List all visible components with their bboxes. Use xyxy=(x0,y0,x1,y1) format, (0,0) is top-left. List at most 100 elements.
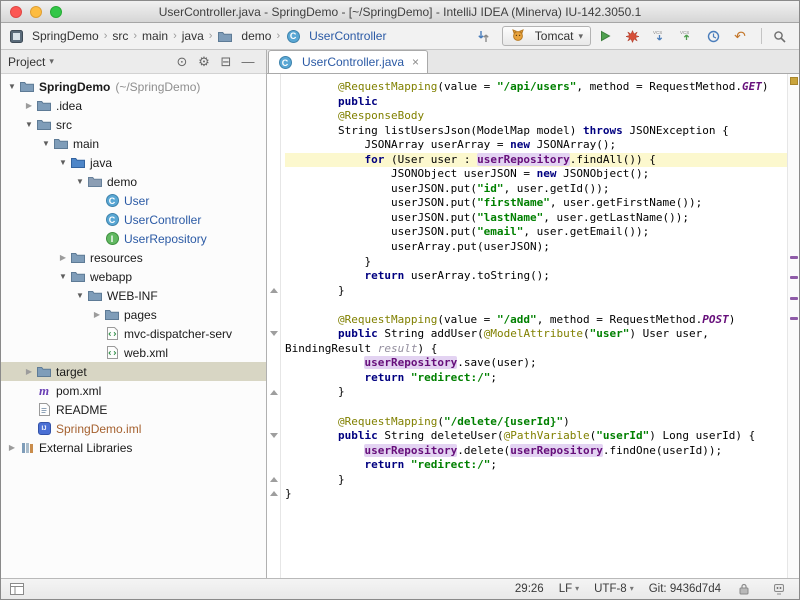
breadcrumb-item-main[interactable]: main xyxy=(142,29,168,43)
zoom-window-button[interactable] xyxy=(50,6,62,18)
fold-marker[interactable] xyxy=(270,331,278,336)
inspections-button[interactable] xyxy=(771,583,791,595)
fold-marker[interactable] xyxy=(270,288,278,293)
tree-item-pom-xml[interactable]: mpom.xml xyxy=(1,381,266,400)
breadcrumb-item-springdemo[interactable]: SpringDemo xyxy=(8,29,99,43)
code-line-13[interactable]: } xyxy=(285,255,787,270)
tree-item-target[interactable]: ▶target xyxy=(1,362,266,381)
code-line-7[interactable]: JSONObject userJSON = new JSONObject(); xyxy=(285,167,787,182)
collapse-all-button[interactable]: ⊟ xyxy=(219,53,237,71)
tree-item-demo[interactable]: ▼demo xyxy=(1,172,266,191)
code-line-15[interactable]: } xyxy=(285,284,787,299)
code-line-23[interactable] xyxy=(285,400,787,415)
hide-panel-button[interactable]: — xyxy=(241,53,259,71)
close-tab-icon[interactable]: × xyxy=(412,55,419,69)
code-line-8[interactable]: userJSON.put("id", user.getId()); xyxy=(285,182,787,197)
code-line-26[interactable]: userRepository.delete(userRepository.fin… xyxy=(285,444,787,459)
fold-marker[interactable] xyxy=(270,390,278,395)
line-separator-widget[interactable]: LF ▾ xyxy=(559,583,579,595)
fold-marker[interactable] xyxy=(270,477,278,482)
run-button[interactable] xyxy=(596,26,618,46)
code-line-11[interactable]: userJSON.put("email", user.getEmail()); xyxy=(285,225,787,240)
breadcrumb-item-java[interactable]: java xyxy=(182,29,204,43)
stripe-mark[interactable] xyxy=(790,317,798,320)
git-branch-widget[interactable]: Git: 9436d7d4 xyxy=(649,583,721,595)
updates-button[interactable] xyxy=(475,26,497,46)
breadcrumb-item-demo[interactable]: demo xyxy=(217,29,271,43)
settings-button[interactable]: ⚙ xyxy=(197,53,215,71)
code-line-16[interactable] xyxy=(285,298,787,313)
code-line-28[interactable]: } xyxy=(285,473,787,488)
vcs-update-button[interactable]: VCS xyxy=(650,26,672,46)
inspection-status-square[interactable] xyxy=(790,77,798,85)
expand-arrow-icon[interactable]: ▶ xyxy=(22,101,36,110)
lock-button[interactable] xyxy=(736,583,756,595)
code-line-19[interactable]: BindingResult result) { xyxy=(285,342,787,357)
locate-button[interactable]: ⊙ xyxy=(175,53,193,71)
code-line-25[interactable]: public String deleteUser(@PathVariable("… xyxy=(285,429,787,444)
code-line-29[interactable]: } xyxy=(285,487,787,502)
code-line-3[interactable]: @ResponseBody xyxy=(285,109,787,124)
close-window-button[interactable] xyxy=(10,6,22,18)
breadcrumb-item-src[interactable]: src xyxy=(112,29,128,43)
code-line-18[interactable]: public String addUser(@ModelAttribute("u… xyxy=(285,327,787,342)
tab-usercontroller-java[interactable]: C UserController.java × xyxy=(268,50,428,73)
code-line-17[interactable]: @RequestMapping(value = "/add", method =… xyxy=(285,313,787,328)
code-line-4[interactable]: String listUsersJson(ModelMap model) thr… xyxy=(285,124,787,139)
chevron-down-icon[interactable]: ▾ xyxy=(49,57,54,66)
tree-item-usercontroller[interactable]: CUserController xyxy=(1,210,266,229)
code-line-12[interactable]: userArray.put(userJSON); xyxy=(285,240,787,255)
tree-item-pages[interactable]: ▶pages xyxy=(1,305,266,324)
tree-item-web-inf[interactable]: ▼WEB-INF xyxy=(1,286,266,305)
expand-arrow-icon[interactable]: ▶ xyxy=(56,253,70,262)
minimize-window-button[interactable] xyxy=(30,6,42,18)
tree-item-user[interactable]: CUser xyxy=(1,191,266,210)
stripe-mark[interactable] xyxy=(790,256,798,259)
fold-marker[interactable] xyxy=(270,433,278,438)
code-line-1[interactable]: @RequestMapping(value = "/api/users", me… xyxy=(285,80,787,95)
collapse-arrow-icon[interactable]: ▼ xyxy=(73,177,87,186)
collapse-arrow-icon[interactable]: ▼ xyxy=(39,139,53,148)
collapse-arrow-icon[interactable]: ▼ xyxy=(56,272,70,281)
tree-item-java[interactable]: ▼java xyxy=(1,153,266,172)
expand-arrow-icon[interactable]: ▶ xyxy=(90,310,104,319)
code-line-2[interactable]: public xyxy=(285,95,787,110)
tree-item-userrepository[interactable]: IUserRepository xyxy=(1,229,266,248)
search-button[interactable] xyxy=(770,26,792,46)
collapse-arrow-icon[interactable]: ▼ xyxy=(73,291,87,300)
vcs-commit-button[interactable]: VCS xyxy=(677,26,699,46)
stripe-mark[interactable] xyxy=(790,276,798,279)
tree-item-springdemo-iml[interactable]: IJSpringDemo.iml xyxy=(1,419,266,438)
encoding-widget[interactable]: UTF-8 ▾ xyxy=(594,583,634,595)
breadcrumb-item-usercontroller[interactable]: CUserController xyxy=(285,29,386,43)
expand-arrow-icon[interactable]: ▶ xyxy=(5,443,19,452)
tree-item-src[interactable]: ▼src xyxy=(1,115,266,134)
tree-item-main[interactable]: ▼main xyxy=(1,134,266,153)
tree-item-web-xml[interactable]: web.xml xyxy=(1,343,266,362)
tree-item-springdemo[interactable]: ▼SpringDemo(~/SpringDemo) xyxy=(1,77,266,96)
tree-item-readme[interactable]: README xyxy=(1,400,266,419)
code-line-5[interactable]: JSONArray userArray = new JSONArray(); xyxy=(285,138,787,153)
code-line-21[interactable]: return "redirect:/"; xyxy=(285,371,787,386)
fold-marker[interactable] xyxy=(270,491,278,496)
code-line-20[interactable]: userRepository.save(user); xyxy=(285,356,787,371)
stripe-mark[interactable] xyxy=(790,297,798,300)
code-line-9[interactable]: userJSON.put("firstName", user.getFirstN… xyxy=(285,196,787,211)
toolwindow-toggle-button[interactable] xyxy=(9,583,29,595)
tree-item-mvc-dispatcher-serv[interactable]: mvc-dispatcher-serv xyxy=(1,324,266,343)
collapse-arrow-icon[interactable]: ▼ xyxy=(56,158,70,167)
code-line-24[interactable]: @RequestMapping("/delete/{userId}") xyxy=(285,415,787,430)
rollback-button[interactable]: ↶ xyxy=(731,26,753,46)
caret-position-widget[interactable]: 29:26 xyxy=(515,583,544,595)
code-line-6[interactable]: for (User user : userRepository.findAll(… xyxy=(285,153,787,168)
expand-arrow-icon[interactable]: ▶ xyxy=(22,367,36,376)
collapse-arrow-icon[interactable]: ▼ xyxy=(5,82,19,91)
code-line-14[interactable]: return userArray.toString(); xyxy=(285,269,787,284)
code-line-10[interactable]: userJSON.put("lastName", user.getLastNam… xyxy=(285,211,787,226)
project-panel-title[interactable]: Project xyxy=(8,55,45,69)
tree-item-idea[interactable]: ▶.idea xyxy=(1,96,266,115)
collapse-arrow-icon[interactable]: ▼ xyxy=(22,120,36,129)
code-area[interactable]: @RequestMapping(value = "/api/users", me… xyxy=(281,74,787,578)
code-line-22[interactable]: } xyxy=(285,385,787,400)
history-button[interactable] xyxy=(704,26,726,46)
